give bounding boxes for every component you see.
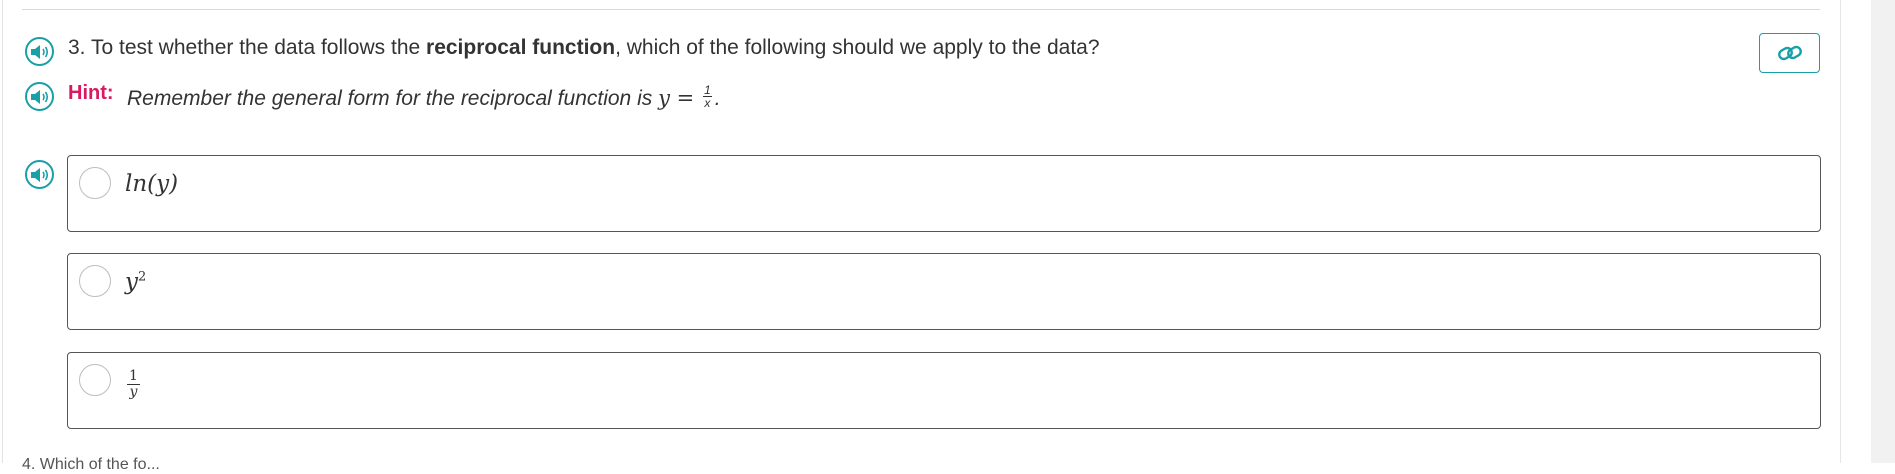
answer-option-label: ln(y)	[125, 171, 179, 197]
answer-radio[interactable]	[79, 364, 111, 396]
scrollbar[interactable]	[1871, 0, 1895, 463]
hint-speaker-icon[interactable]	[25, 82, 54, 111]
question-text-after: , which of the following should we apply…	[615, 36, 1100, 59]
question-text-bold: reciprocal function	[426, 36, 616, 59]
question-number: 3.	[68, 36, 86, 59]
answer-option-label: y2	[125, 269, 146, 295]
answer-option-ln-y[interactable]: ln(y)	[67, 155, 1821, 232]
answer-fraction-numerator: 1	[127, 368, 140, 385]
hint-fraction-numerator: 1	[703, 82, 712, 97]
left-border	[2, 0, 3, 463]
answer-radio[interactable]	[79, 265, 111, 297]
hint-formula-end: .	[714, 87, 721, 110]
answer-radio[interactable]	[79, 167, 111, 199]
question-text-before: To test whether the data follows the	[90, 36, 421, 59]
speaker-icon-glyph	[30, 89, 48, 104]
answer-option-fraction: 1 y	[127, 369, 140, 400]
question-text: 3. To test whether the data follows the …	[68, 36, 1100, 60]
hint-text: Remember the general form for the recipr…	[127, 84, 721, 112]
question-page: 3. To test whether the data follows the …	[0, 0, 1840, 473]
hint-formula-lhs: y =	[658, 86, 695, 110]
hint-formula-fraction: 1x	[703, 84, 712, 109]
answer-option-one-over-y[interactable]: 1 y	[67, 352, 1821, 429]
copy-link-button[interactable]	[1759, 33, 1820, 73]
answer-fraction-denominator: y	[129, 384, 138, 400]
speaker-icon-glyph	[30, 167, 48, 182]
answer-option-y-squared[interactable]: y2	[67, 253, 1821, 330]
link-icon	[1777, 45, 1802, 61]
speaker-icon-glyph	[30, 44, 48, 59]
next-question-partial: 4. Which of the fo...	[22, 456, 160, 473]
options-speaker-icon[interactable]	[25, 160, 54, 189]
hint-label: Hint:	[68, 82, 114, 104]
top-divider	[22, 9, 1820, 10]
answer-option-exponent: 2	[138, 269, 147, 285]
hint-sentence: Remember the general form for the recipr…	[127, 87, 653, 110]
answer-option-base: y	[125, 269, 138, 295]
hint-fraction-denominator: x	[704, 95, 711, 110]
right-rail	[1840, 0, 1871, 463]
speaker-icon[interactable]	[25, 37, 54, 66]
